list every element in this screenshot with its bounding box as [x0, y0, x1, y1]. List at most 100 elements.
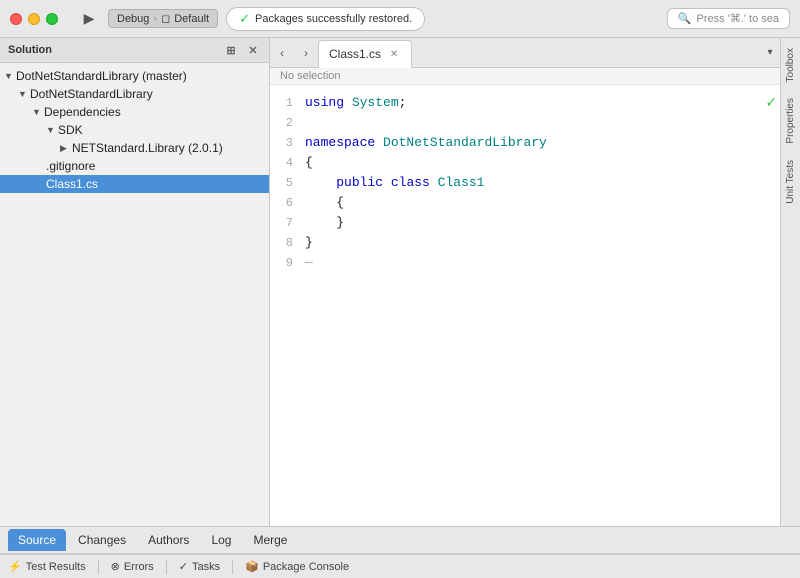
sidebar-close-icon[interactable]: ✕ — [245, 42, 261, 58]
status-item-errors[interactable]: ⊗ Errors — [111, 560, 154, 573]
no-selection-bar: No selection — [270, 68, 780, 85]
tree-item-label: Class1.cs — [46, 177, 98, 191]
sidebar-item-project[interactable]: ▼ DotNetStandardLibrary — [0, 85, 269, 103]
config-target: Default — [174, 13, 209, 25]
line-number: 3 — [270, 133, 305, 153]
debug-config[interactable]: Debug › ◻ Default — [108, 9, 218, 28]
test-results-label: Test Results — [26, 561, 86, 573]
source-tab-log[interactable]: Log — [201, 529, 241, 551]
line-content: } — [305, 233, 770, 253]
tree-item-label: Dependencies — [44, 105, 121, 119]
sidebar-item-sdk[interactable]: ▼ SDK — [0, 121, 269, 139]
source-tab-changes[interactable]: Changes — [68, 529, 136, 551]
code-line: 1using System; — [270, 93, 780, 113]
status-item-package-console[interactable]: 📦Package Console — [245, 560, 349, 573]
no-selection-text: No selection — [280, 70, 341, 82]
play-button[interactable]: ▶ — [78, 8, 100, 30]
line-number: 8 — [270, 233, 305, 253]
sidebar-expand-icon[interactable]: ⊞ — [223, 42, 239, 58]
tab-close-button[interactable]: ✕ — [387, 47, 401, 61]
code-token: { — [305, 155, 313, 170]
status-item-test-results[interactable]: ⚡Test Results — [8, 560, 86, 573]
status-divider — [98, 560, 99, 574]
tree-arrow-icon: ▼ — [32, 107, 44, 117]
line-number: 5 — [270, 173, 305, 193]
status-bar: ⚡Test Results ⊗ Errors ✓ Tasks 📦Package Conso… — [0, 554, 800, 578]
sidebar-item-gitignore[interactable]: .gitignore — [0, 157, 269, 175]
line-content — [305, 113, 770, 133]
sidebar-item-dependencies[interactable]: ▼ Dependencies — [0, 103, 269, 121]
line-number: 4 — [270, 153, 305, 173]
code-token: namespace — [305, 135, 375, 150]
config-icon: ◻ — [161, 12, 170, 25]
search-placeholder: Press '⌘.' to sea — [697, 12, 779, 25]
line-number: 2 — [270, 113, 305, 133]
code-token: System — [352, 95, 399, 110]
code-token: Class1 — [438, 175, 485, 190]
status-item-tasks[interactable]: ✓ Tasks — [179, 560, 220, 573]
line-number: 7 — [270, 213, 305, 233]
tab-dropdown-button[interactable]: ▾ — [760, 39, 780, 67]
titlebar: ▶ Debug › ◻ Default ✓ Packages successfu… — [0, 0, 800, 38]
tab-back-button[interactable]: ‹ — [270, 39, 294, 67]
code-token — [375, 135, 383, 150]
editor-tab[interactable]: Class1.cs ✕ — [318, 40, 412, 68]
tree-arrow-icon: ▼ — [18, 89, 30, 99]
tasks-label: Tasks — [192, 561, 220, 573]
right-panel-tab[interactable]: Unit Tests — [783, 154, 798, 210]
code-line: 5 public class Class1 — [270, 173, 780, 193]
tree-item-label: DotNetStandardLibrary (master) — [16, 69, 187, 83]
tree-item-label: NETStandard.Library (2.0.1) — [72, 141, 223, 155]
maximize-button[interactable] — [46, 13, 58, 25]
code-line: 7 } — [270, 213, 780, 233]
status-notification: ✓ Packages successfully restored. — [226, 7, 425, 31]
sidebar-header-icons: ⊞ ✕ — [223, 42, 261, 58]
right-panel-tab[interactable]: Properties — [783, 92, 798, 150]
code-token: } — [305, 215, 344, 230]
line-content: } — [305, 213, 770, 233]
source-tab-source[interactable]: Source — [8, 529, 66, 551]
status-text: Packages successfully restored. — [255, 13, 412, 25]
tree-item-label: .gitignore — [46, 159, 95, 173]
tab-forward-button[interactable]: › — [294, 39, 318, 67]
code-token — [344, 95, 352, 110]
sidebar-item-netstandard[interactable]: ▶ NETStandard.Library (2.0.1) — [0, 139, 269, 157]
line-number: 9 — [270, 253, 305, 273]
status-divider — [232, 560, 233, 574]
code-token: { — [305, 195, 344, 210]
minimize-button[interactable] — [28, 13, 40, 25]
code-line: 2 — [270, 113, 780, 133]
source-tab-authors[interactable]: Authors — [138, 529, 199, 551]
line-content: — — [305, 253, 770, 273]
code-token: — — [305, 255, 313, 270]
close-button[interactable] — [10, 13, 22, 25]
code-token — [305, 175, 336, 190]
code-token: using — [305, 95, 344, 110]
sidebar-item-class1[interactable]: Class1.cs — [0, 175, 269, 193]
tree-item-label: SDK — [58, 123, 83, 137]
sidebar-item-solution-root[interactable]: ▼ DotNetStandardLibrary (master) — [0, 67, 269, 85]
code-editor[interactable]: ✓ 1using System;2 3namespace DotNetStand… — [270, 85, 780, 526]
code-line: 9— — [270, 253, 780, 273]
source-tab-merge[interactable]: Merge — [243, 529, 297, 551]
errors-label: Errors — [124, 561, 154, 573]
code-line: 6 { — [270, 193, 780, 213]
code-token — [383, 175, 391, 190]
code-line: 4{ — [270, 153, 780, 173]
traffic-lights — [10, 13, 58, 25]
line-content: using System; — [305, 93, 770, 113]
editor-checkmark-icon: ✓ — [766, 93, 776, 113]
line-content: { — [305, 153, 770, 173]
errors-icon: ⊗ — [111, 560, 120, 573]
search-bar[interactable]: 🔍 Press '⌘.' to sea — [667, 8, 790, 29]
code-token: class — [391, 175, 430, 190]
right-panel-tab[interactable]: Toolbox — [783, 42, 798, 88]
code-token: } — [305, 235, 313, 250]
line-content: namespace DotNetStandardLibrary — [305, 133, 770, 153]
sidebar: Solution ⊞ ✕ ▼ DotNetStandardLibrary (ma… — [0, 38, 270, 526]
sidebar-title: Solution — [8, 44, 52, 56]
tasks-icon: ✓ — [179, 560, 188, 573]
source-tabs-bar: SourceChangesAuthorsLogMerge — [0, 526, 800, 554]
code-token: public — [336, 175, 383, 190]
tree-arrow-icon: ▼ — [46, 125, 58, 135]
